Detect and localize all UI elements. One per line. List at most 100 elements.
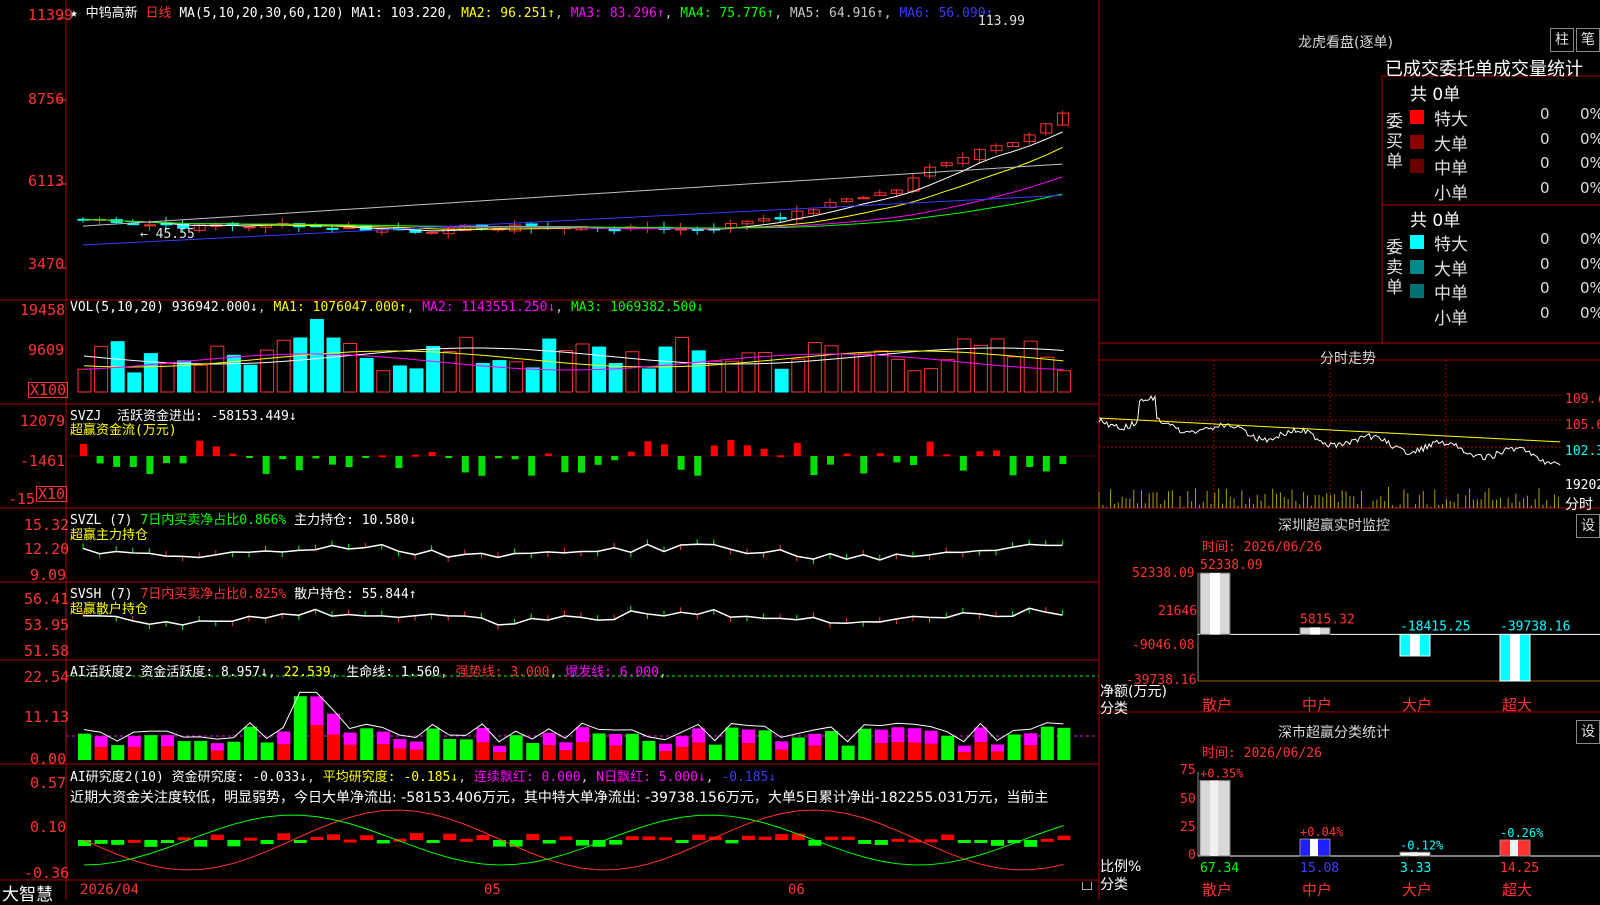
classify-value: 3.33 bbox=[1400, 861, 1431, 876]
longhu-title: 龙虎看盘(逐单) bbox=[1298, 35, 1393, 51]
kline-axis-3: 3470 bbox=[28, 255, 65, 273]
buy-row[interactable]: 大单 0 0% bbox=[1410, 129, 1600, 155]
activity-bar-top bbox=[891, 727, 905, 743]
candle-body bbox=[426, 231, 439, 234]
candle-body bbox=[675, 228, 688, 231]
stock-name[interactable]: 中钨高新 bbox=[86, 6, 138, 21]
volume-bar bbox=[940, 359, 955, 393]
activity-bar bbox=[144, 735, 158, 760]
volume-bar bbox=[276, 339, 291, 393]
sell-v1: 0 bbox=[1540, 230, 1550, 248]
research-bar bbox=[675, 840, 689, 843]
volume-bar bbox=[210, 345, 225, 393]
activity-bar-top bbox=[775, 741, 789, 750]
flow-bar bbox=[445, 456, 453, 459]
flow-bar bbox=[163, 456, 170, 464]
research-bar bbox=[742, 835, 755, 840]
chart-canvas[interactable]: 52338.09 散户 5815.32 中户 -18415.25 大户 -39738.16 超… bbox=[0, 0, 1600, 900]
ai2-t3: 连续飘红: 0.000 bbox=[473, 770, 581, 785]
research-bar bbox=[194, 840, 208, 847]
monitor-axis-1: 21646 bbox=[1158, 604, 1198, 619]
tick-mode-button[interactable]: 笔 bbox=[1576, 28, 1600, 52]
candle-body bbox=[143, 224, 156, 227]
classify-time: 时间: 2026/06/26 bbox=[1202, 746, 1322, 761]
candlestick-series bbox=[77, 110, 1069, 239]
longhu-tabs[interactable]: 已成交委托单成交量统计 bbox=[1385, 55, 1583, 81]
ai2-header: AI研究度2(10) 资金研究度: -0.033↓, 平均研究度: -0.185… bbox=[70, 770, 777, 785]
activity-bar-bottom bbox=[659, 751, 672, 760]
monitor-time: 时间: 2026/06/26 bbox=[1202, 540, 1322, 555]
activity-bar-top bbox=[559, 742, 573, 751]
period-label[interactable]: 日线 bbox=[146, 6, 172, 21]
sell-row[interactable]: 中单 0 0% bbox=[1410, 278, 1600, 304]
ai2-t5: -0.185↓ bbox=[721, 770, 777, 785]
research-bar bbox=[1024, 840, 1038, 847]
activity-bar bbox=[758, 730, 772, 760]
classify-settings-button[interactable]: 设 bbox=[1576, 720, 1600, 744]
time-axis-start: 2026/04 bbox=[80, 882, 140, 898]
research-bar bbox=[874, 840, 888, 845]
classify-title: 深市超赢分类统计 bbox=[1278, 725, 1390, 741]
svsh-line bbox=[82, 607, 1063, 626]
sell-label: 中单 bbox=[1434, 284, 1468, 304]
sell-side-label: 委卖单 bbox=[1386, 238, 1403, 298]
research-bar bbox=[825, 836, 838, 840]
monitor-title: 深圳超赢实时监控 bbox=[1278, 518, 1390, 534]
volume-bar bbox=[824, 345, 839, 393]
activity-bar-bottom bbox=[327, 734, 340, 760]
vol-axis-1: 9609 bbox=[28, 341, 65, 359]
svsh-line bbox=[82, 605, 1063, 630]
svsh-t2: 散户持仓: 55.844↑ bbox=[294, 587, 417, 602]
monitor-bar-shine bbox=[1510, 634, 1520, 681]
activity-bar-top bbox=[957, 745, 971, 753]
flow-bar bbox=[312, 456, 320, 459]
sell-row[interactable]: 小单 0 0% bbox=[1410, 303, 1600, 329]
buy-row[interactable]: 小单 0 0% bbox=[1410, 178, 1600, 204]
flow-bar bbox=[179, 456, 187, 464]
activity-bar bbox=[1007, 734, 1021, 760]
flow-bar bbox=[993, 450, 1000, 456]
activity-bar-bottom bbox=[410, 749, 423, 760]
ai1-header: AI活跃度2 资金活跃度: 8.957↓, 22.539, 生命线: 1.560… bbox=[70, 665, 667, 680]
research-bar bbox=[360, 835, 374, 840]
sell-v1: 0 bbox=[1540, 279, 1550, 297]
research-bar bbox=[808, 840, 822, 846]
vol-header: VOL(5,10,20) 936942.000↓, MA1: 1076047.0… bbox=[70, 300, 704, 315]
volume-bar bbox=[957, 338, 972, 393]
flow-bar bbox=[96, 456, 104, 464]
activity-bar-bottom bbox=[1024, 745, 1038, 760]
svsh-axis-2: 51.58 bbox=[24, 642, 70, 660]
volume-bar bbox=[409, 368, 424, 393]
research-bar bbox=[725, 840, 739, 844]
activity-bar-top bbox=[692, 728, 706, 743]
vol-unit: X100 bbox=[28, 381, 69, 399]
activity-bar-bottom bbox=[493, 752, 506, 760]
monitor-bar-label: 5815.32 bbox=[1300, 613, 1355, 628]
sell-v2: 0% bbox=[1580, 303, 1600, 322]
volume-bar bbox=[691, 350, 706, 393]
bar-mode-button[interactable]: 柱 bbox=[1550, 28, 1574, 52]
buy-row[interactable]: 特大 0 0% bbox=[1410, 104, 1600, 130]
sell-label: 小单 bbox=[1434, 308, 1468, 329]
sell-row[interactable]: 特大 0 0% bbox=[1410, 229, 1600, 255]
sell-swatch bbox=[1410, 284, 1424, 298]
flow-bar bbox=[777, 455, 785, 458]
sell-row[interactable]: 大单 0 0% bbox=[1410, 254, 1600, 280]
monitor-settings-button[interactable]: 设 bbox=[1576, 514, 1600, 538]
flow-bar bbox=[229, 453, 237, 456]
ma4-value: MA4: 75.776↑ bbox=[680, 6, 775, 21]
activity-bar-bottom bbox=[991, 751, 1004, 760]
flow-bar bbox=[461, 456, 469, 473]
flow-bar bbox=[1026, 456, 1034, 467]
buy-row[interactable]: 中单 0 0% bbox=[1410, 153, 1600, 179]
research-bar bbox=[410, 833, 423, 840]
activity-bar bbox=[625, 733, 639, 760]
flow-bar bbox=[495, 456, 502, 459]
buy-label: 大单 bbox=[1434, 134, 1468, 155]
activity-bar-top bbox=[343, 732, 357, 745]
volume-bar bbox=[525, 367, 540, 393]
brand-label[interactable]: 大智慧 bbox=[2, 880, 53, 905]
buy-swatch bbox=[1410, 159, 1424, 173]
svzj-unit: X10 bbox=[36, 485, 68, 503]
lock-icon[interactable] bbox=[1082, 882, 1092, 890]
